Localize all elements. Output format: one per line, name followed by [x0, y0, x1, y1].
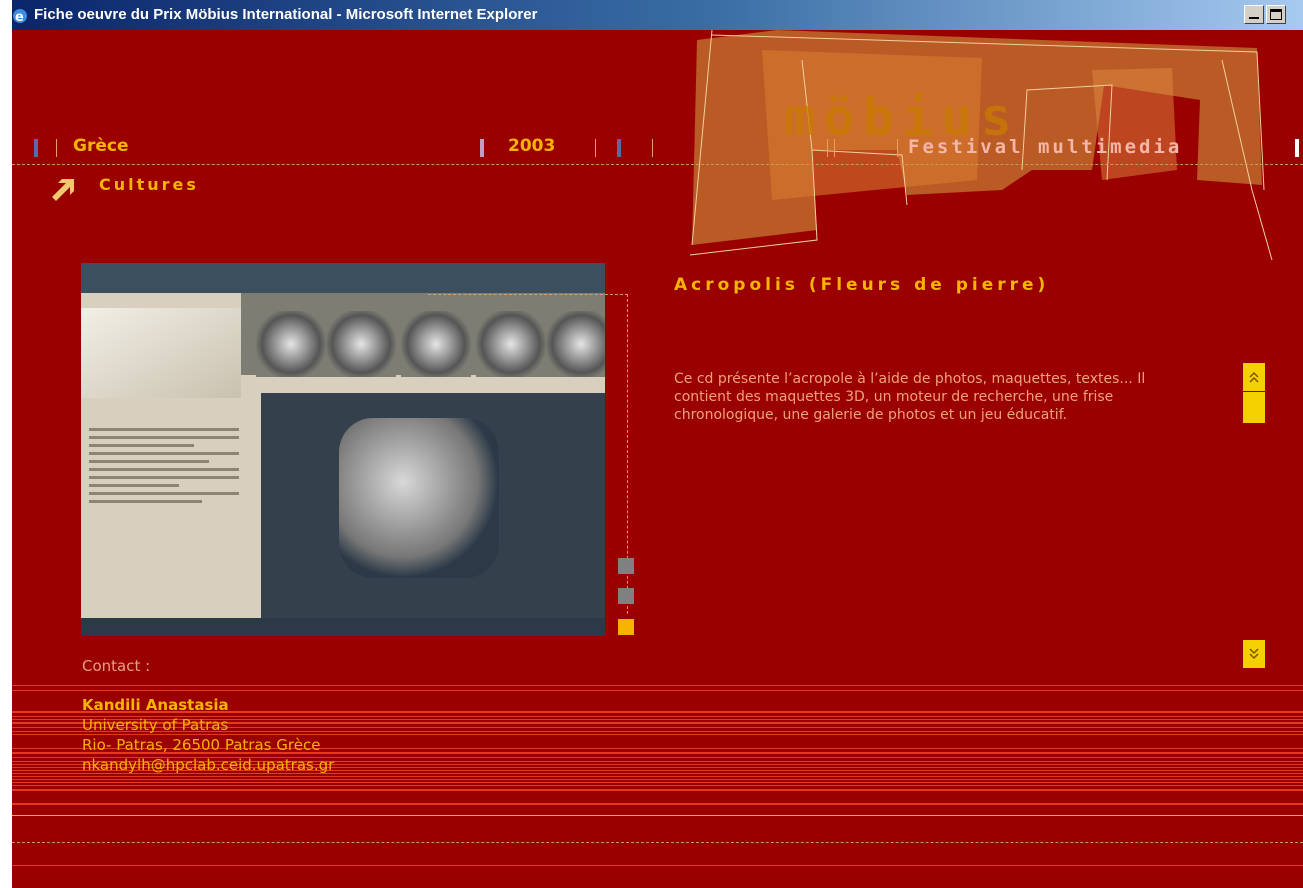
minimize-button[interactable]	[1244, 5, 1264, 24]
arrow-up-right-icon	[52, 179, 74, 201]
contact-address: Rio- Patras, 26500 Patras Grèce	[82, 736, 321, 754]
footer-stripe	[12, 865, 1303, 866]
svg-text:e: e	[15, 10, 24, 25]
nav-divider	[595, 139, 596, 157]
work-screenshot[interactable]	[81, 263, 605, 636]
window-title: Fiche oeuvre du Prix Möbius Internationa…	[34, 6, 538, 23]
work-title: Acropolis (Fleurs de pierre)	[674, 275, 1050, 295]
contact-email-link[interactable]: nkandylh@hpclab.ceid.upatras.gr	[82, 755, 334, 775]
header-separator	[12, 164, 1303, 165]
gallery-thumb-2-button[interactable]	[618, 588, 634, 604]
gallery-thumb-1-button[interactable]	[618, 558, 634, 574]
scroll-down-button[interactable]	[1243, 640, 1265, 668]
nav-divider	[897, 139, 898, 157]
nav-divider	[34, 139, 38, 157]
scroll-up-button[interactable]	[1243, 363, 1265, 391]
nav-divider	[617, 139, 621, 157]
nav-divider	[652, 139, 653, 157]
double-chevron-down-icon	[1249, 648, 1259, 660]
contact-label: Contact :	[82, 657, 151, 675]
frame-dots	[428, 294, 628, 295]
year-label: 2003	[508, 136, 556, 156]
work-description: Ce cd présente l’acropole à l’aide de ph…	[674, 371, 1146, 423]
section-title: Cultures	[99, 175, 199, 194]
contact-block: Kandili Anastasia University of Patras R…	[82, 695, 334, 775]
page-content: möbius Festival multimedia Grèce 2003 Cu…	[12, 30, 1303, 888]
double-chevron-up-icon	[1249, 371, 1259, 383]
internet-explorer-icon: e	[13, 9, 27, 25]
nav-divider	[480, 139, 484, 157]
nav-divider	[827, 139, 828, 157]
browser-window: e Fiche oeuvre du Prix Möbius Internatio…	[0, 0, 1303, 888]
nav-divider	[834, 139, 835, 157]
festival-tagline: Festival multimedia	[908, 136, 1183, 158]
gallery-thumb-3-button[interactable]	[618, 619, 634, 635]
country-label: Grèce	[73, 136, 129, 156]
contact-institution: University of Patras	[82, 716, 229, 734]
footer-separator	[12, 842, 1303, 843]
nav-divider	[1295, 139, 1299, 157]
nav-divider	[56, 139, 57, 157]
window-frame	[0, 0, 12, 888]
scroll-thumb[interactable]	[1243, 392, 1265, 423]
title-bar: e Fiche oeuvre du Prix Möbius Internatio…	[0, 0, 1303, 30]
contact-name: Kandili Anastasia	[82, 696, 229, 714]
maximize-button[interactable]	[1266, 5, 1286, 24]
